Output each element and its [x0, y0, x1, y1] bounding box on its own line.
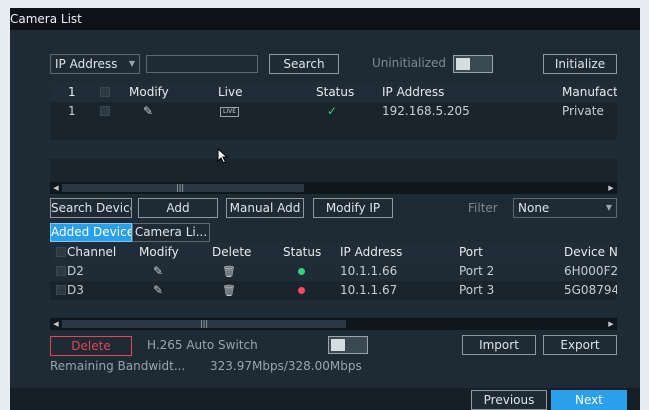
export-button[interactable]: Export	[543, 335, 617, 355]
header-ip-address: IP Address	[382, 85, 445, 99]
ip-address-select-value: IP Address	[55, 57, 118, 71]
toggle-knob	[331, 339, 345, 351]
header-index: 1	[68, 85, 76, 99]
table-row[interactable]: D3 ✎ 🗑 10.1.1.67 Port 3 5G08794I	[50, 281, 617, 300]
scroll-right-icon[interactable]: ▶	[605, 182, 617, 194]
scroll-right-icon[interactable]: ▶	[605, 318, 617, 330]
delete-button[interactable]: Delete	[50, 336, 132, 356]
mouse-cursor-icon	[217, 148, 229, 164]
added-table-header: Channel Modify Delete Status IP Address …	[50, 242, 617, 262]
tab-camera-list[interactable]: Camera Li...	[132, 223, 210, 242]
status-online-icon	[298, 268, 305, 275]
device-table-header: 1 Modify Live Status IP Address Manufact	[50, 82, 617, 102]
select-all-checkbox[interactable]	[56, 247, 66, 257]
window-title: Camera List	[10, 8, 640, 30]
search-button[interactable]: Search	[269, 54, 339, 74]
uninitialized-label: Uninitialized	[372, 56, 447, 70]
row-index: 1	[68, 104, 76, 118]
scroll-left-icon[interactable]: ◀	[50, 182, 62, 194]
header-modify: Modify	[139, 245, 179, 259]
row-checkbox[interactable]	[56, 285, 66, 295]
device-search-table: 1 Modify Live Status IP Address Manufact…	[50, 82, 617, 194]
header-modify: Modify	[129, 85, 169, 99]
footer-bar: Previous Next	[10, 388, 640, 410]
added-device-table: Channel Modify Delete Status IP Address …	[50, 242, 617, 330]
empty-row	[50, 300, 617, 317]
modify-ip-button[interactable]: Modify IP	[313, 198, 393, 218]
grip-icon: |||	[200, 319, 209, 328]
row-device-name: 6H000F2I	[564, 264, 617, 278]
row-device-name: 5G08794I	[564, 283, 617, 297]
table-row[interactable]: D2 ✎ 🗑 10.1.1.66 Port 2 6H000F2I	[50, 262, 617, 281]
trash-icon[interactable]: 🗑	[222, 262, 236, 281]
pencil-icon[interactable]: ✎	[153, 262, 163, 281]
horizontal-scrollbar[interactable]: ◀ ||| ▶	[50, 318, 617, 330]
uninitialized-toggle[interactable]	[453, 55, 493, 73]
filter-label: Filter	[468, 201, 498, 215]
header-manufacturer: Manufact	[562, 85, 617, 99]
main-panel: IP Address ▼ Search Uninitialized Initia…	[10, 30, 640, 388]
import-button[interactable]: Import	[462, 335, 536, 355]
h265-auto-switch-label: H.265 Auto Switch	[147, 338, 258, 352]
next-button[interactable]: Next	[551, 390, 627, 410]
row-channel: D3	[67, 283, 84, 297]
header-status: Status	[316, 85, 355, 99]
filter-select-value: None	[518, 201, 550, 215]
filter-select[interactable]: None ▼	[513, 198, 617, 218]
row-port: Port 3	[459, 283, 495, 297]
initialize-button[interactable]: Initialize	[543, 54, 617, 74]
header-ip-address: IP Address	[340, 245, 403, 259]
row-manufacturer: Private	[562, 104, 604, 118]
row-ip-address: 10.1.1.67	[340, 283, 398, 297]
search-device-button[interactable]: Search Device	[50, 198, 132, 218]
tab-added-device[interactable]: Added Device	[50, 223, 132, 242]
add-button[interactable]: Add	[138, 198, 218, 218]
header-port: Port	[459, 245, 483, 259]
header-status: Status	[283, 245, 322, 259]
camera-list-window: Camera List IP Address ▼ Search Uninitia…	[10, 8, 640, 410]
previous-button[interactable]: Previous	[471, 390, 547, 410]
horizontal-scrollbar[interactable]: ◀ ||| ▶	[50, 182, 617, 194]
row-checkbox[interactable]	[56, 266, 66, 276]
chevron-down-icon: ▼	[128, 59, 135, 68]
search-input[interactable]	[146, 55, 258, 73]
header-live: Live	[218, 85, 243, 99]
grip-icon: |||	[176, 183, 185, 192]
row-channel: D2	[67, 264, 84, 278]
header-channel: Channel	[67, 245, 117, 259]
remaining-bandwidth-label: Remaining Bandwidt...	[50, 359, 186, 373]
row-checkbox[interactable]	[100, 106, 110, 116]
row-ip-address: 10.1.1.66	[340, 264, 398, 278]
header-delete: Delete	[212, 245, 252, 259]
check-icon: ✓	[327, 104, 338, 118]
manual-add-button[interactable]: Manual Add	[226, 198, 304, 218]
ip-address-select[interactable]: IP Address ▼	[50, 54, 140, 74]
pencil-icon[interactable]: ✎	[153, 281, 163, 300]
live-preview-icon[interactable]: LIVE	[220, 107, 240, 117]
status-offline-icon	[298, 287, 305, 294]
chevron-down-icon: ▼	[605, 203, 612, 212]
h265-auto-switch-toggle[interactable]	[328, 336, 368, 354]
table-row[interactable]: 1 ✎ LIVE ✓ 192.168.5.205 Private	[50, 102, 617, 121]
trash-icon[interactable]: 🗑	[222, 281, 236, 300]
row-ip-address: 192.168.5.205	[382, 104, 470, 118]
select-all-checkbox[interactable]	[100, 87, 110, 97]
remaining-bandwidth-value: 323.97Mbps/328.00Mbps	[210, 359, 362, 373]
scroll-left-icon[interactable]: ◀	[50, 318, 62, 330]
toggle-knob	[456, 58, 470, 70]
header-device-name: Device Na	[564, 245, 617, 259]
row-port: Port 2	[459, 264, 495, 278]
empty-row	[50, 140, 617, 159]
pencil-icon[interactable]: ✎	[143, 102, 153, 121]
